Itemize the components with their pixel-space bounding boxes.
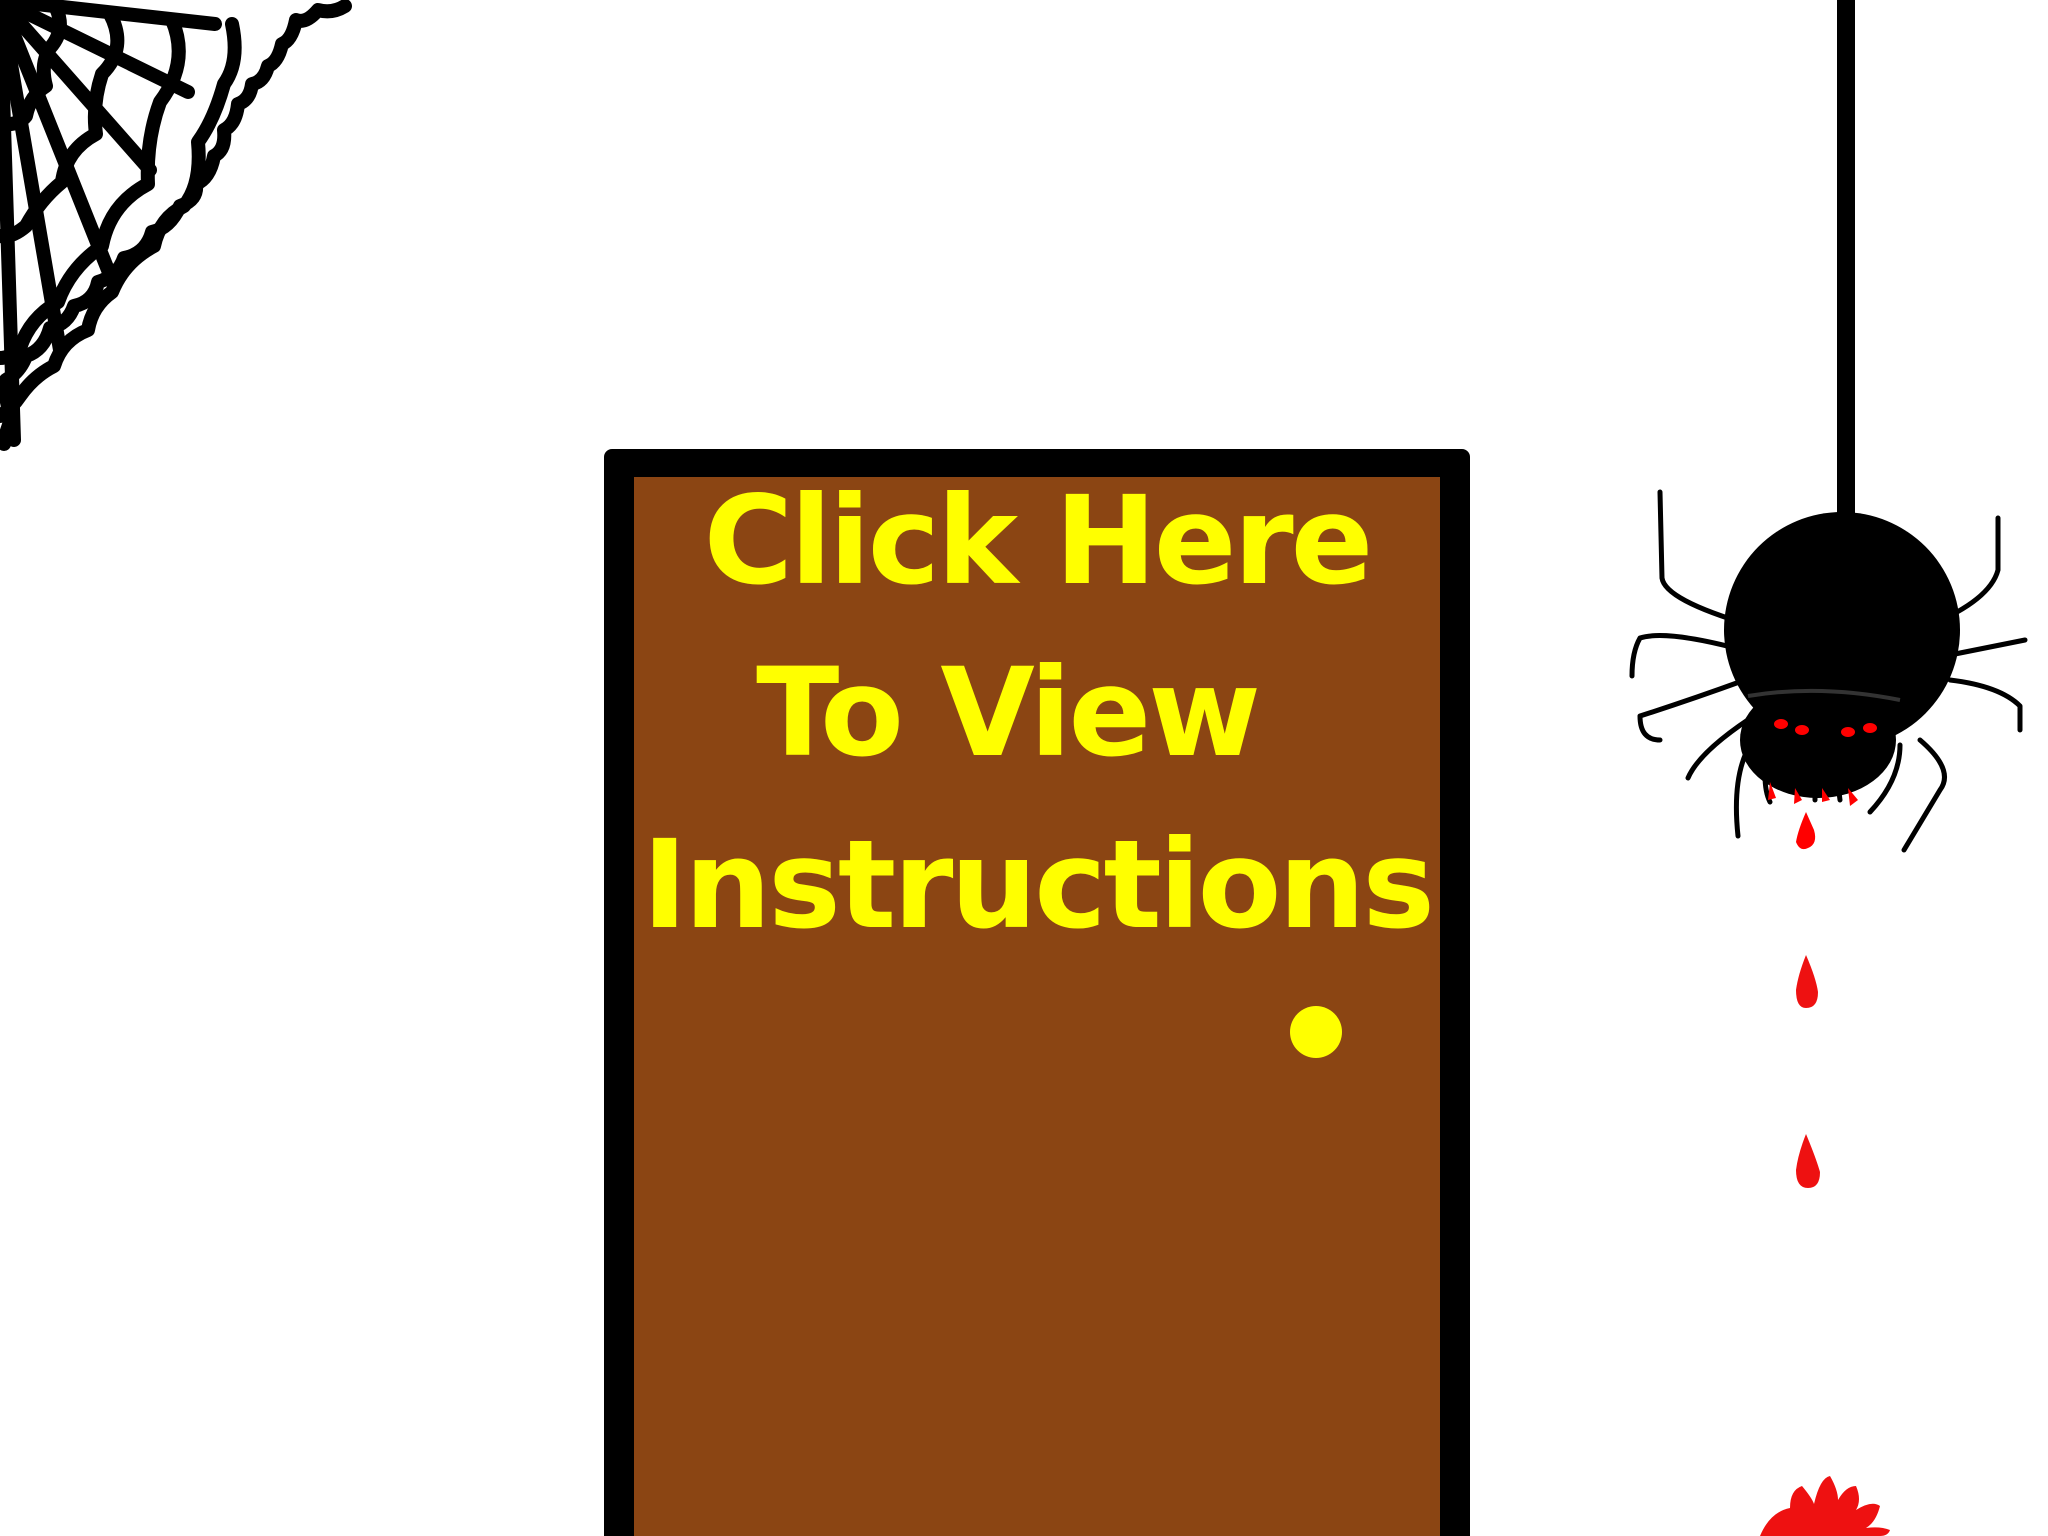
door-label-line1: Click Here [703, 470, 1374, 612]
door-label-line3: Instructions [642, 814, 1435, 956]
door-label-line2: To View [756, 642, 1261, 784]
door-label[interactable]: Click Here To View Instructions [604, 455, 1470, 971]
instructions-door-button[interactable]: Click Here To View Instructions [604, 449, 1470, 1536]
doorknob-icon[interactable] [1290, 1006, 1342, 1058]
game-stage: Click Here To View Instructions [0, 0, 2048, 1536]
